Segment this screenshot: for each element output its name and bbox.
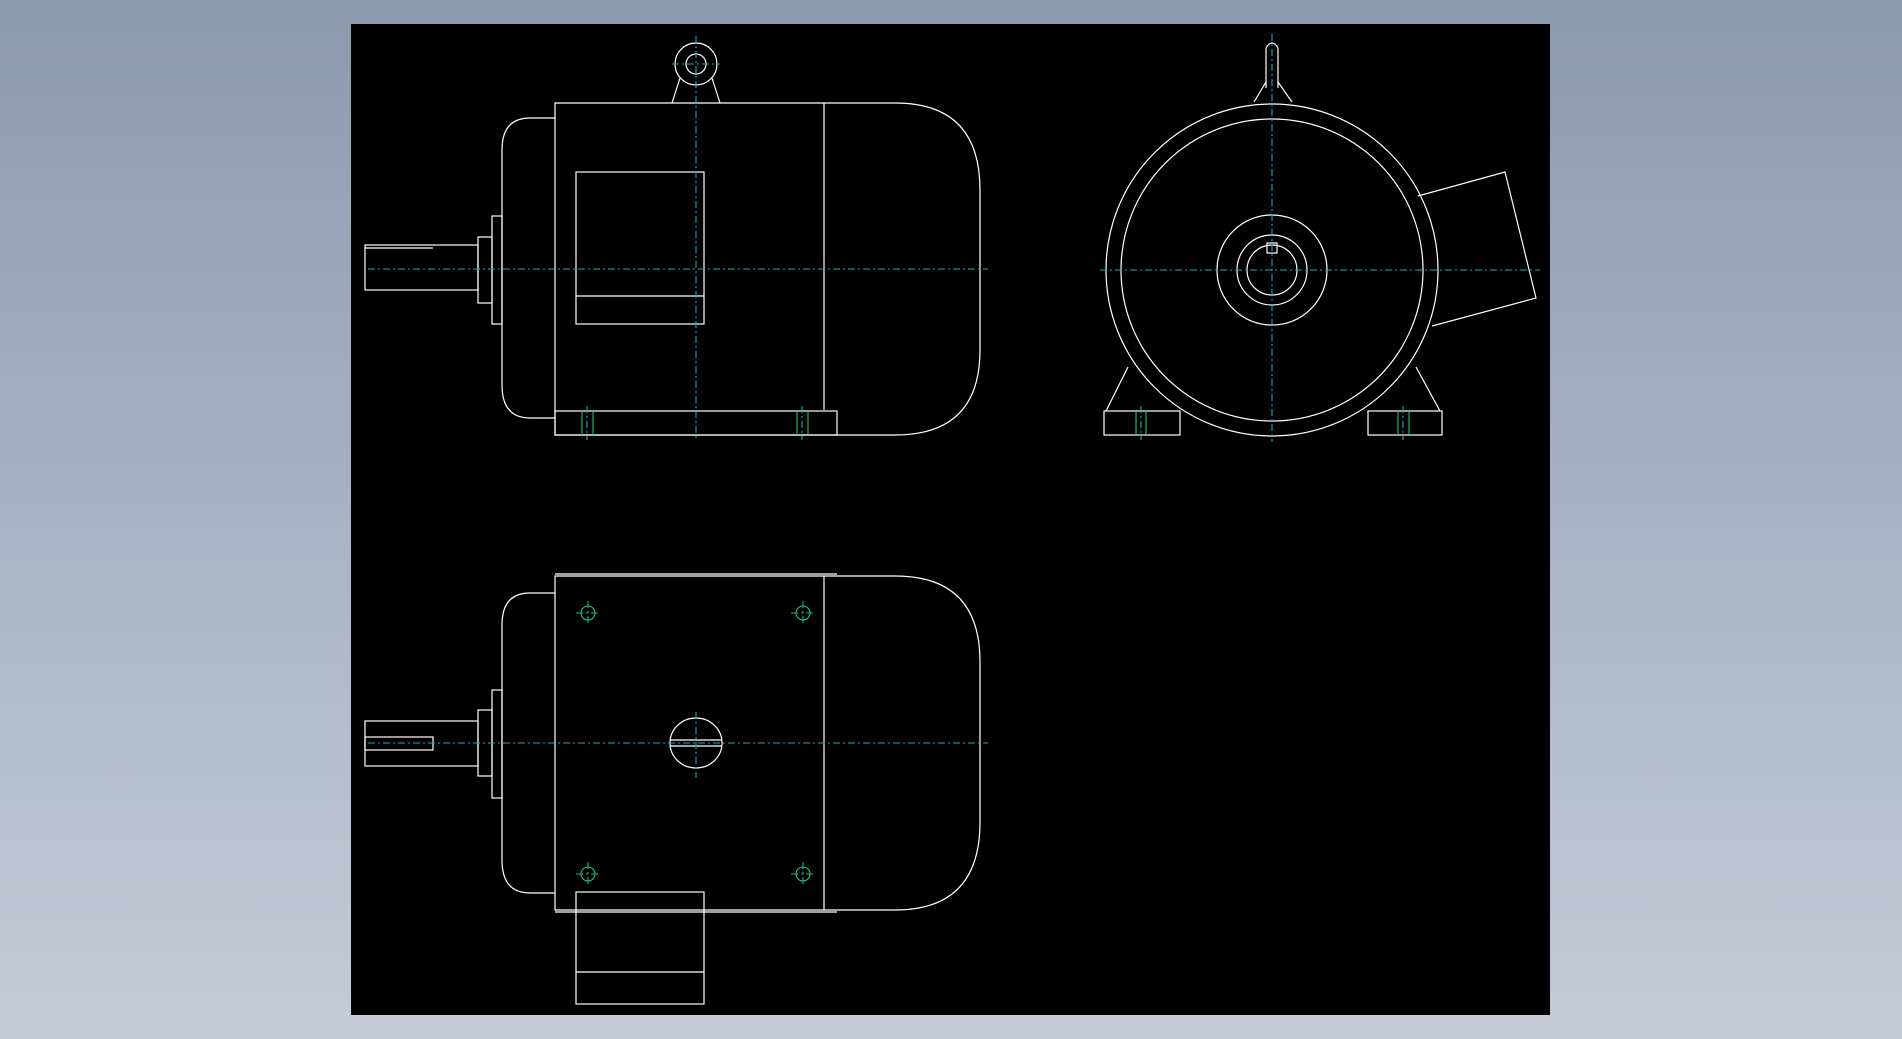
cad-viewport[interactable] — [0, 0, 1902, 1039]
drawing-area[interactable] — [351, 24, 1550, 1015]
